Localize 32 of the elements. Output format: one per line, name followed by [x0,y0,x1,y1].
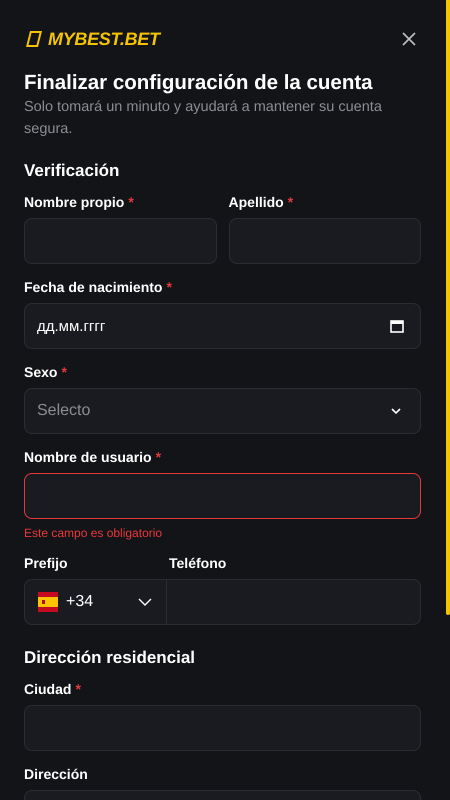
field-label: Nombre propio [24,194,124,210]
field-label: Nombre de usuario [24,449,152,465]
required-mark: * [156,449,162,465]
page-subtitle: Solo tomará un minuto y ayudará a mantener su cuenta segura. [24,98,383,139]
text-field[interactable] [24,473,421,519]
text-field[interactable] [24,705,421,751]
field-label: Ciudad [24,681,72,697]
text-field[interactable] [24,218,216,264]
calendar-icon[interactable] [390,319,404,333]
error-message: Este campo es obligatorio [24,526,164,540]
required-mark: * [75,681,81,697]
field-label: Teléfono [169,555,226,571]
select-field[interactable]: Selecto [24,388,421,434]
required-mark: * [166,279,172,295]
field-label: Dirección [24,766,88,782]
logo-icon [24,29,44,49]
field-label: Prefijo [24,555,68,571]
field-label: Sexo [24,364,58,380]
scrollbar[interactable] [446,0,450,615]
field-label: Apellido [228,194,284,210]
chevron-down-icon [391,408,401,414]
required-mark: * [128,194,134,210]
close-button[interactable] [401,31,417,47]
text-field[interactable] [228,218,421,264]
date-field[interactable]: дд.мм.гггг [24,303,421,349]
field-label: Fecha de nacimiento [24,279,162,295]
page-title: Finalizar configuración de la cuenta [24,70,374,96]
section-heading: Dirección residencial [24,648,196,668]
required-mark: * [61,364,67,380]
logo-text: MYBEST.BET [48,28,160,50]
section-heading: Verificación [24,161,120,181]
required-mark: * [288,194,294,210]
